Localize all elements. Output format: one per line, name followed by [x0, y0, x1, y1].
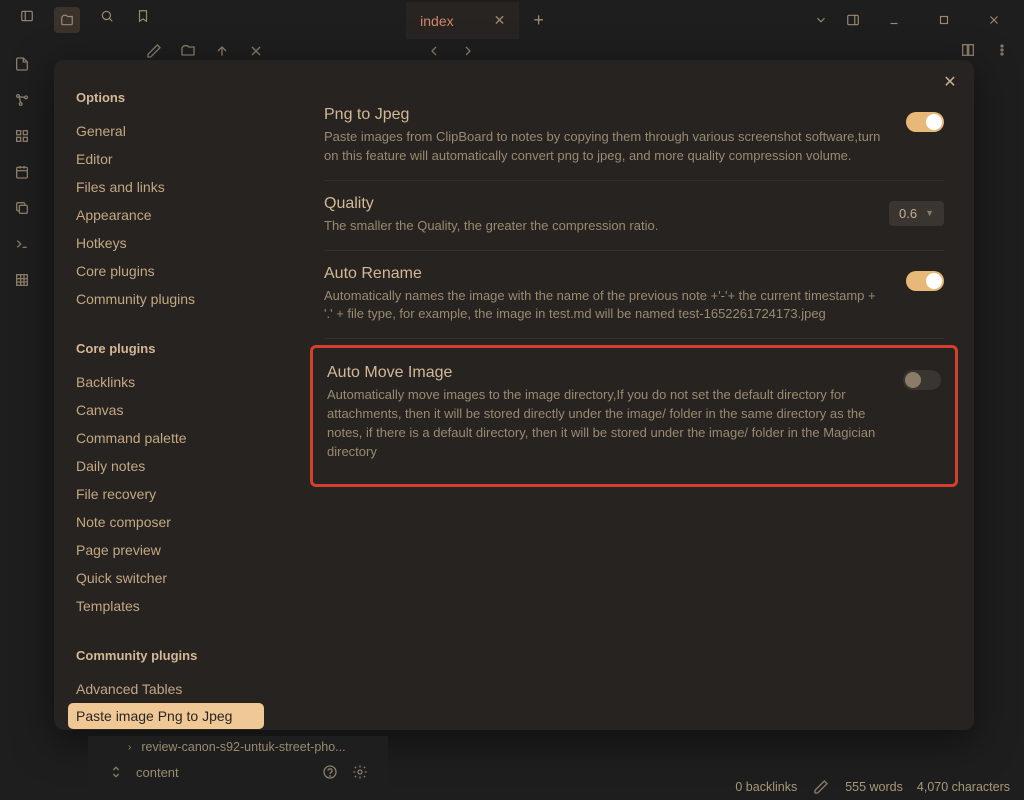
- chevron-down-icon[interactable]: [812, 11, 830, 29]
- tab-active[interactable]: index ✕: [406, 1, 519, 39]
- sidebar-item[interactable]: Hotkeys: [76, 229, 274, 257]
- settings-panel: ✕ Png to Jpeg Paste images from ClipBoar…: [284, 60, 974, 730]
- sidebar-item[interactable]: Paste image Png to Jpeg: [68, 703, 264, 729]
- pencil-icon[interactable]: [811, 777, 831, 797]
- setting-auto-move: Auto Move Image Automatically move image…: [327, 356, 941, 469]
- window-controls: [812, 6, 1024, 34]
- toggle-png-to-jpeg[interactable]: [906, 112, 944, 132]
- search-icon[interactable]: [98, 7, 116, 25]
- sidebar-item[interactable]: Files and links: [76, 173, 274, 201]
- graph-icon[interactable]: [12, 90, 32, 110]
- chevron-down-icon: ▼: [925, 208, 934, 218]
- close-icon[interactable]: ✕: [494, 12, 506, 29]
- toolbar-left: [0, 7, 152, 33]
- file-explorer-footer: › review-canon-s92-untuk-street-pho... c…: [88, 736, 388, 800]
- sidebar-item[interactable]: General: [76, 117, 274, 145]
- table-icon[interactable]: [12, 270, 32, 290]
- setting-title: Quality: [324, 195, 869, 213]
- vault-name: content: [136, 765, 179, 780]
- sidebar-item[interactable]: Canvas: [76, 396, 274, 424]
- setting-title: Auto Rename: [324, 265, 886, 283]
- status-bar: 0 backlinks 555 words 4,070 characters: [721, 774, 1024, 800]
- sidebar-item[interactable]: File recovery: [76, 480, 274, 508]
- settings-modal: Options GeneralEditorFiles and linksAppea…: [54, 60, 974, 730]
- setting-title: Auto Move Image: [327, 364, 883, 382]
- sidebar-item[interactable]: Core plugins: [76, 257, 274, 285]
- tree-item[interactable]: › review-canon-s92-untuk-street-pho...: [88, 736, 388, 758]
- tree-item-label: review-canon-s92-untuk-street-pho...: [141, 740, 345, 754]
- chevron-right-icon: ›: [128, 742, 131, 753]
- close-icon[interactable]: ✕: [938, 70, 962, 94]
- settings-sidebar[interactable]: Options GeneralEditorFiles and linksAppea…: [54, 60, 284, 730]
- tab-strip: index ✕ +: [406, 0, 558, 40]
- title-bar: index ✕ +: [0, 0, 1024, 40]
- setting-desc: Paste images from ClipBoard to notes by …: [324, 128, 886, 166]
- status-backlinks[interactable]: 0 backlinks: [735, 780, 797, 794]
- copy-icon[interactable]: [12, 198, 32, 218]
- gear-icon[interactable]: [350, 762, 370, 782]
- vault-row[interactable]: content: [88, 758, 388, 786]
- new-tab-button[interactable]: +: [519, 10, 558, 31]
- status-chars: 4,070 characters: [917, 780, 1010, 794]
- sidebar-item[interactable]: Templates: [76, 592, 274, 620]
- toggle-auto-move[interactable]: [903, 370, 941, 390]
- close-window-button[interactable]: [976, 6, 1012, 34]
- panel-right-icon[interactable]: [844, 11, 862, 29]
- terminal-icon[interactable]: [12, 234, 32, 254]
- sidebar-heading: Community plugins: [76, 648, 274, 663]
- tab-title: index: [420, 13, 453, 29]
- sidebar-item[interactable]: Appearance: [76, 201, 274, 229]
- setting-desc: The smaller the Quality, the greater the…: [324, 217, 869, 236]
- sidebar-item[interactable]: Advanced Tables: [76, 675, 274, 703]
- minimize-button[interactable]: [876, 6, 912, 34]
- sidebar-item[interactable]: Community plugins: [76, 285, 274, 313]
- bookmark-icon[interactable]: [134, 7, 152, 25]
- toggle-auto-rename[interactable]: [906, 271, 944, 291]
- sidebar-item[interactable]: Page preview: [76, 536, 274, 564]
- updown-icon: [106, 762, 126, 782]
- new-note-icon[interactable]: [12, 54, 32, 74]
- status-words: 555 words: [845, 780, 903, 794]
- calendar-icon[interactable]: [12, 162, 32, 182]
- sidebar-item[interactable]: Backlinks: [76, 368, 274, 396]
- sidebar-item[interactable]: Editor: [76, 145, 274, 173]
- sidebar-toggle-icon[interactable]: [18, 7, 36, 25]
- sidebar-item[interactable]: Command palette: [76, 424, 274, 452]
- sidebar-item[interactable]: Note composer: [76, 508, 274, 536]
- setting-desc: Automatically names the image with the n…: [324, 287, 886, 325]
- setting-desc: Automatically move images to the image d…: [327, 386, 883, 461]
- sidebar-heading: Options: [76, 90, 274, 105]
- files-icon[interactable]: [54, 7, 80, 33]
- setting-quality: Quality The smaller the Quality, the gre…: [324, 181, 944, 251]
- help-icon[interactable]: [320, 762, 340, 782]
- select-value: 0.6: [899, 206, 917, 221]
- maximize-button[interactable]: [926, 6, 962, 34]
- quality-select[interactable]: 0.6 ▼: [889, 201, 944, 226]
- setting-title: Png to Jpeg: [324, 106, 886, 124]
- sidebar-heading: Core plugins: [76, 341, 274, 356]
- sidebar-item[interactable]: Quick switcher: [76, 564, 274, 592]
- activity-bar: [0, 40, 44, 800]
- setting-png-to-jpeg: Png to Jpeg Paste images from ClipBoard …: [324, 92, 944, 181]
- canvas-icon[interactable]: [12, 126, 32, 146]
- setting-auto-rename: Auto Rename Automatically names the imag…: [324, 251, 944, 340]
- highlighted-setting: Auto Move Image Automatically move image…: [310, 345, 958, 486]
- sidebar-item[interactable]: Daily notes: [76, 452, 274, 480]
